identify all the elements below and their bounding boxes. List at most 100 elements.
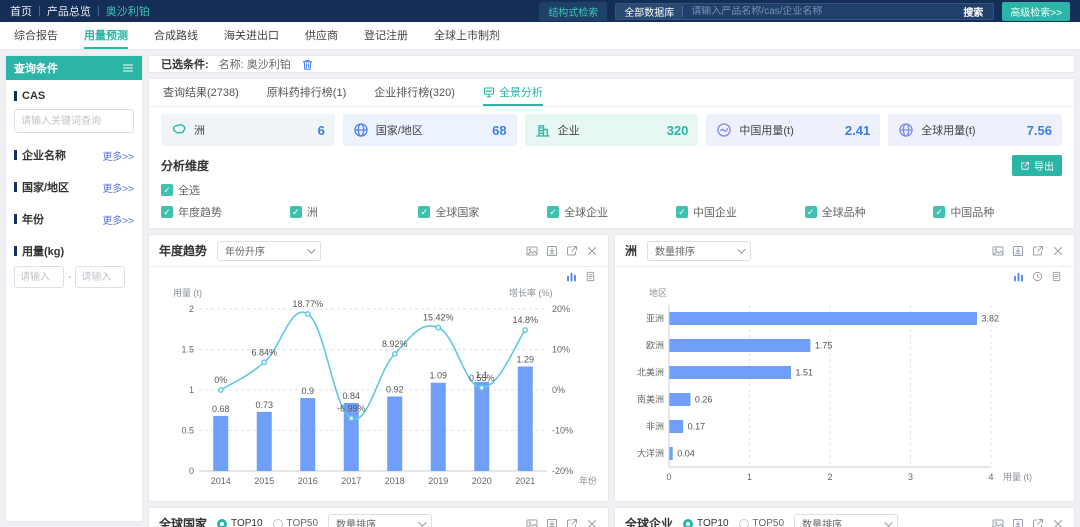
checkbox-global-countries[interactable]: 全球国家 (418, 204, 547, 220)
charts-grid: 年度趋势 年份升序 用量 (t)增长率 (%)年份00.511.52-20%-1… (148, 234, 1075, 527)
search-input[interactable] (683, 6, 953, 17)
breadcrumb-separator: | (97, 5, 100, 17)
usage-min-input[interactable] (14, 266, 64, 288)
checkbox-global-varieties[interactable]: 全球品种 (805, 204, 934, 220)
svg-text:0.5: 0.5 (181, 426, 194, 436)
stat-card-global-usage: 全球用量(t) 7.56 (888, 114, 1062, 146)
svg-text:-10%: -10% (552, 426, 573, 436)
image-icon[interactable] (526, 245, 538, 257)
download-icon[interactable] (546, 518, 558, 527)
download-icon[interactable] (546, 245, 558, 257)
clock-icon[interactable] (1032, 271, 1043, 282)
tab-api-ranking[interactable]: 原料药排行榜(1) (267, 79, 346, 106)
chevron-down-icon (737, 245, 745, 253)
checkbox-china-varieties[interactable]: 中国品种 (933, 204, 1062, 220)
radio-top50[interactable]: TOP50 (273, 518, 319, 527)
document-icon[interactable] (1051, 271, 1062, 282)
radio-top10[interactable]: TOP10 (217, 518, 263, 527)
expand-icon[interactable] (566, 245, 578, 257)
download-icon[interactable] (1012, 518, 1024, 527)
svg-text:0.17: 0.17 (688, 422, 706, 432)
breadcrumb-product-overview[interactable]: 产品总览 (47, 3, 91, 19)
stat-card-country-region: 国家/地区 68 (343, 114, 517, 146)
checkbox-continent[interactable]: 洲 (290, 204, 419, 220)
svg-text:欧洲: 欧洲 (646, 340, 664, 351)
advanced-search-button[interactable]: 高级检索>> (1002, 2, 1070, 21)
bar-chart-icon[interactable] (1013, 271, 1024, 282)
company-more-link[interactable]: 更多>> (102, 148, 134, 163)
svg-text:18.77%: 18.77% (292, 299, 323, 309)
checkbox-annual-trend[interactable]: 年度趋势 (161, 204, 290, 220)
checkbox-global-companies[interactable]: 全球企业 (547, 204, 676, 220)
structure-search-button[interactable]: 结构式检索 (539, 2, 607, 21)
trash-icon[interactable] (301, 58, 314, 71)
tab-global-marketed-formulations[interactable]: 全球上市制剂 (434, 22, 500, 49)
tab-usage-forecast[interactable]: 用量预测 (84, 22, 128, 49)
close-icon[interactable] (1052, 245, 1064, 257)
breadcrumb-current-product[interactable]: 奥沙利铂 (106, 3, 150, 19)
database-select[interactable]: 全部数据库 (616, 4, 682, 19)
image-icon[interactable] (526, 518, 538, 527)
usage-max-input[interactable] (75, 266, 125, 288)
svg-text:0.9: 0.9 (301, 386, 314, 396)
svg-text:2020: 2020 (472, 476, 492, 486)
document-icon[interactable] (585, 271, 596, 282)
year-more-link[interactable]: 更多>> (102, 212, 134, 227)
expand-icon[interactable] (1032, 245, 1044, 257)
svg-text:0: 0 (189, 466, 194, 476)
svg-text:2014: 2014 (211, 476, 231, 486)
tab-registration[interactable]: 登记注册 (364, 22, 408, 49)
annual-trend-chart: 用量 (t)增长率 (%)年份00.511.52-20%-10%0%10%20%… (157, 285, 602, 497)
svg-text:2018: 2018 (385, 476, 405, 486)
svg-text:8.92%: 8.92% (382, 339, 408, 349)
companies-sort-select[interactable]: 数量排序 (794, 514, 898, 527)
continent-sort-select[interactable]: 数量排序 (647, 241, 751, 261)
stat-label: 全球用量(t) (921, 122, 975, 138)
country-more-link[interactable]: 更多>> (102, 180, 134, 195)
tab-panorama-analysis[interactable]: 全景分析 (483, 79, 543, 106)
breadcrumb-home[interactable]: 首页 (10, 3, 32, 19)
image-icon[interactable] (992, 518, 1004, 527)
countries-sort-select[interactable]: 数量排序 (328, 514, 432, 527)
tab-comprehensive-report[interactable]: 综合报告 (14, 22, 58, 49)
download-icon[interactable] (1012, 245, 1024, 257)
cas-input[interactable] (14, 109, 134, 133)
radio-top50[interactable]: TOP50 (739, 518, 785, 527)
close-icon[interactable] (1052, 518, 1064, 527)
svg-text:0.92: 0.92 (386, 384, 404, 394)
tab-company-ranking[interactable]: 企业排行榜(320) (374, 79, 455, 106)
select-value: 年份升序 (225, 243, 265, 258)
breadcrumb-separator: | (38, 5, 41, 17)
radio-label: TOP10 (697, 518, 729, 527)
tab-customs-import-export[interactable]: 海关进出口 (224, 22, 279, 49)
bar-chart-icon[interactable] (566, 271, 577, 282)
annual-sort-select[interactable]: 年份升序 (217, 241, 321, 261)
close-icon[interactable] (586, 245, 598, 257)
tab-label: 全景分析 (499, 84, 543, 100)
svg-text:1: 1 (189, 385, 194, 395)
continent-chart: 地区01234用量 (t)亚洲3.82欧洲1.75北美洲1.51南美洲0.26非… (623, 285, 1068, 497)
checkbox-icon (161, 184, 173, 196)
company-name-label: 企业名称 (14, 147, 66, 163)
tab-suppliers[interactable]: 供应商 (305, 22, 338, 49)
expand-icon[interactable] (566, 518, 578, 527)
search-button[interactable]: 搜索 (953, 4, 993, 19)
svg-text:4: 4 (988, 472, 993, 482)
checkbox-select-all[interactable]: 全选 (161, 182, 200, 198)
radio-top10[interactable]: TOP10 (683, 518, 729, 527)
image-icon[interactable] (992, 245, 1004, 257)
svg-text:2016: 2016 (298, 476, 318, 486)
header-search-area: 结构式检索 全部数据库 搜索 高级检索>> (539, 2, 1070, 21)
export-button[interactable]: 导出 (1012, 155, 1062, 176)
global-countries-panel: 全球国家 TOP10 TOP50 数量排序 (148, 507, 609, 527)
expand-icon[interactable] (1032, 518, 1044, 527)
svg-text:-6.99%: -6.99% (337, 403, 366, 413)
menu-icon[interactable] (122, 62, 134, 74)
close-icon[interactable] (586, 518, 598, 527)
tab-query-results[interactable]: 查询结果(2738) (163, 79, 239, 106)
checkbox-china-companies[interactable]: 中国企业 (676, 204, 805, 220)
checkbox-label: 年度趋势 (178, 204, 222, 220)
svg-text:1.75: 1.75 (815, 341, 833, 351)
tab-synthesis-route[interactable]: 合成路线 (154, 22, 198, 49)
top-header: 首页 | 产品总览 | 奥沙利铂 结构式检索 全部数据库 搜索 高级检索>> (0, 0, 1080, 22)
